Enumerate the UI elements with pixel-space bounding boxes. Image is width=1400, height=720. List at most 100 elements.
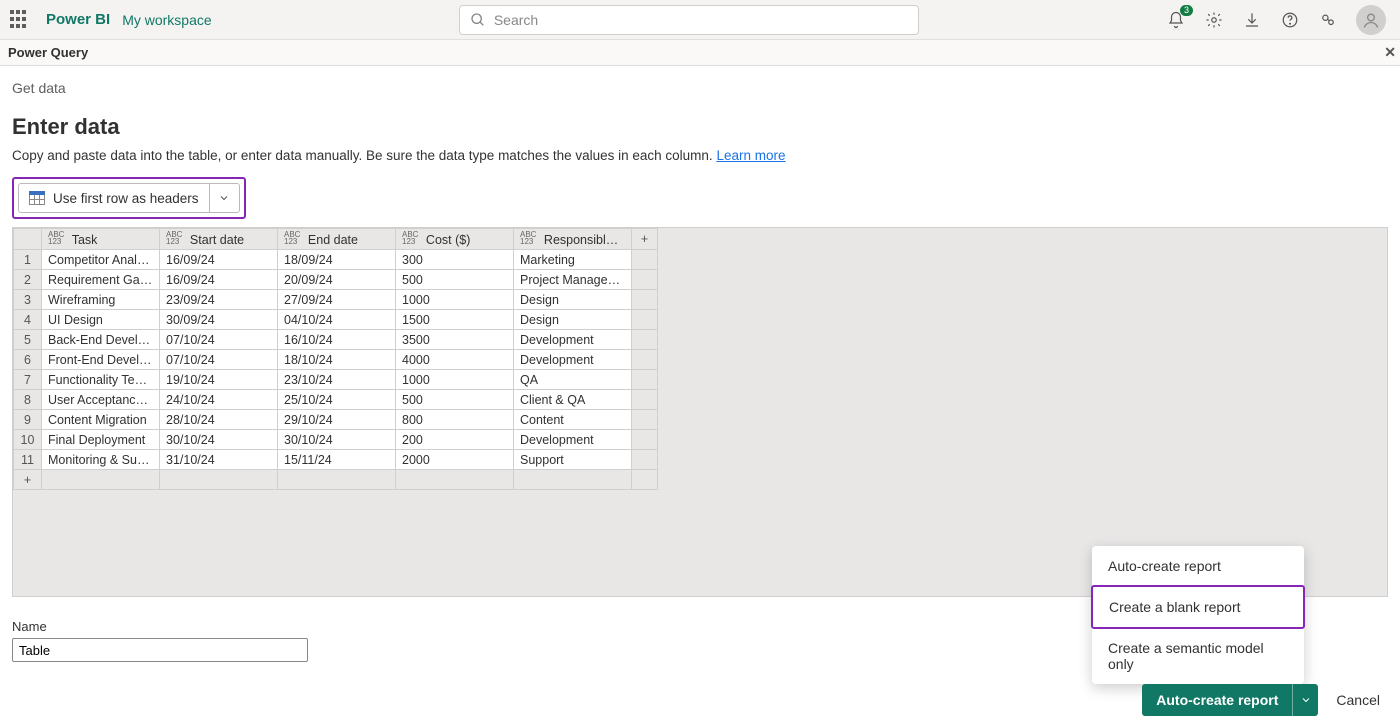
data-cell[interactable]: Development	[514, 350, 632, 370]
cancel-button[interactable]: Cancel	[1336, 692, 1380, 708]
table-row[interactable]: 5Back-End Develop...07/10/2416/10/243500…	[14, 330, 658, 350]
row-header[interactable]: 2	[14, 270, 42, 290]
data-cell[interactable]: Requirement Gathe...	[42, 270, 160, 290]
data-cell[interactable]: Client & QA	[514, 390, 632, 410]
data-cell[interactable]: 18/10/24	[278, 350, 396, 370]
data-cell[interactable]: Design	[514, 310, 632, 330]
data-cell[interactable]: Wireframing	[42, 290, 160, 310]
row-header[interactable]: 6	[14, 350, 42, 370]
data-cell[interactable]: Content	[514, 410, 632, 430]
data-cell[interactable]: Project Management	[514, 270, 632, 290]
table-row[interactable]: 1Competitor Analysis16/09/2418/09/24300M…	[14, 250, 658, 270]
data-cell[interactable]: 500	[396, 270, 514, 290]
data-cell[interactable]: 04/10/24	[278, 310, 396, 330]
table-row[interactable]: 3Wireframing23/09/2427/09/241000Design	[14, 290, 658, 310]
menu-item[interactable]: Create a semantic model only	[1092, 628, 1304, 684]
table-row[interactable]: 6Front-End Develop...07/10/2418/10/24400…	[14, 350, 658, 370]
data-cell[interactable]: 300	[396, 250, 514, 270]
use-first-row-caret[interactable]	[209, 184, 239, 212]
data-cell[interactable]: 800	[396, 410, 514, 430]
data-cell[interactable]: Final Deployment	[42, 430, 160, 450]
data-cell[interactable]: 30/10/24	[160, 430, 278, 450]
data-cell[interactable]: 500	[396, 390, 514, 410]
table-row[interactable]: 8User Acceptance T...24/10/2425/10/24500…	[14, 390, 658, 410]
table-row[interactable]: 10Final Deployment30/10/2430/10/24200Dev…	[14, 430, 658, 450]
data-cell[interactable]: Monitoring & Support	[42, 450, 160, 470]
help-icon[interactable]	[1280, 10, 1300, 30]
row-header[interactable]: 3	[14, 290, 42, 310]
table-row[interactable]: 7Functionality Testing19/10/2423/10/2410…	[14, 370, 658, 390]
settings-icon[interactable]	[1204, 10, 1224, 30]
data-cell[interactable]: 23/09/24	[160, 290, 278, 310]
app-launcher-icon[interactable]	[8, 8, 32, 32]
data-cell[interactable]: 1500	[396, 310, 514, 330]
data-cell[interactable]: 28/10/24	[160, 410, 278, 430]
table-row[interactable]: 4UI Design30/09/2404/10/241500Design	[14, 310, 658, 330]
search-input[interactable]: Search	[459, 5, 919, 35]
data-cell[interactable]: Competitor Analysis	[42, 250, 160, 270]
table-row[interactable]: 2Requirement Gathe...16/09/2420/09/24500…	[14, 270, 658, 290]
row-header[interactable]: 1	[14, 250, 42, 270]
data-cell[interactable]: 24/10/24	[160, 390, 278, 410]
workspace-link[interactable]: My workspace	[122, 12, 211, 28]
column-header[interactable]: ABC123 Cost ($)	[396, 229, 514, 250]
menu-item[interactable]: Create a blank report	[1091, 585, 1305, 629]
data-cell[interactable]: 16/10/24	[278, 330, 396, 350]
notifications-icon[interactable]: 3	[1166, 10, 1186, 30]
data-cell[interactable]: 1000	[396, 290, 514, 310]
account-avatar[interactable]	[1356, 5, 1386, 35]
row-header[interactable]: 5	[14, 330, 42, 350]
data-cell[interactable]: Front-End Develop...	[42, 350, 160, 370]
breadcrumb[interactable]: Get data	[12, 80, 1388, 96]
add-row-button[interactable]: +	[14, 470, 42, 490]
data-cell[interactable]: 16/09/24	[160, 270, 278, 290]
data-cell[interactable]: 1000	[396, 370, 514, 390]
data-cell[interactable]: 200	[396, 430, 514, 450]
data-cell[interactable]: 07/10/24	[160, 330, 278, 350]
data-cell[interactable]: Design	[514, 290, 632, 310]
menu-item[interactable]: Auto-create report	[1092, 546, 1304, 586]
data-cell[interactable]: 4000	[396, 350, 514, 370]
data-cell[interactable]: 2000	[396, 450, 514, 470]
data-cell[interactable]: 27/09/24	[278, 290, 396, 310]
feedback-icon[interactable]	[1318, 10, 1338, 30]
data-cell[interactable]: 3500	[396, 330, 514, 350]
data-cell[interactable]: Marketing	[514, 250, 632, 270]
row-header[interactable]: 11	[14, 450, 42, 470]
row-header[interactable]: 7	[14, 370, 42, 390]
data-cell[interactable]: QA	[514, 370, 632, 390]
auto-create-caret[interactable]	[1292, 684, 1318, 716]
data-cell[interactable]: 18/09/24	[278, 250, 396, 270]
row-header[interactable]: 8	[14, 390, 42, 410]
data-cell[interactable]: Support	[514, 450, 632, 470]
data-cell[interactable]: Content Migration	[42, 410, 160, 430]
data-grid[interactable]: ABC123 TaskABC123 Start dateABC123 End d…	[13, 228, 658, 490]
table-row[interactable]: 11Monitoring & Support31/10/2415/11/2420…	[14, 450, 658, 470]
data-cell[interactable]: 23/10/24	[278, 370, 396, 390]
row-header[interactable]: 10	[14, 430, 42, 450]
auto-create-button[interactable]: Auto-create report	[1142, 684, 1292, 716]
data-cell[interactable]: 30/10/24	[278, 430, 396, 450]
data-cell[interactable]: Back-End Develop...	[42, 330, 160, 350]
data-cell[interactable]: 19/10/24	[160, 370, 278, 390]
data-cell[interactable]: 20/09/24	[278, 270, 396, 290]
data-cell[interactable]: 31/10/24	[160, 450, 278, 470]
data-cell[interactable]: Development	[514, 430, 632, 450]
row-header[interactable]: 4	[14, 310, 42, 330]
add-column-button[interactable]: +	[632, 229, 658, 250]
data-cell[interactable]: Development	[514, 330, 632, 350]
close-icon[interactable]: ✕	[1384, 44, 1396, 61]
row-header[interactable]: 9	[14, 410, 42, 430]
learn-more-link[interactable]: Learn more	[716, 148, 785, 163]
data-cell[interactable]: Functionality Testing	[42, 370, 160, 390]
download-icon[interactable]	[1242, 10, 1262, 30]
data-cell[interactable]: 16/09/24	[160, 250, 278, 270]
data-cell[interactable]: 07/10/24	[160, 350, 278, 370]
column-header[interactable]: ABC123 End date	[278, 229, 396, 250]
column-header[interactable]: ABC123 Task	[42, 229, 160, 250]
data-cell[interactable]: 30/09/24	[160, 310, 278, 330]
data-cell[interactable]: User Acceptance T...	[42, 390, 160, 410]
data-cell[interactable]: UI Design	[42, 310, 160, 330]
column-header[interactable]: ABC123 Start date	[160, 229, 278, 250]
data-cell[interactable]: 29/10/24	[278, 410, 396, 430]
